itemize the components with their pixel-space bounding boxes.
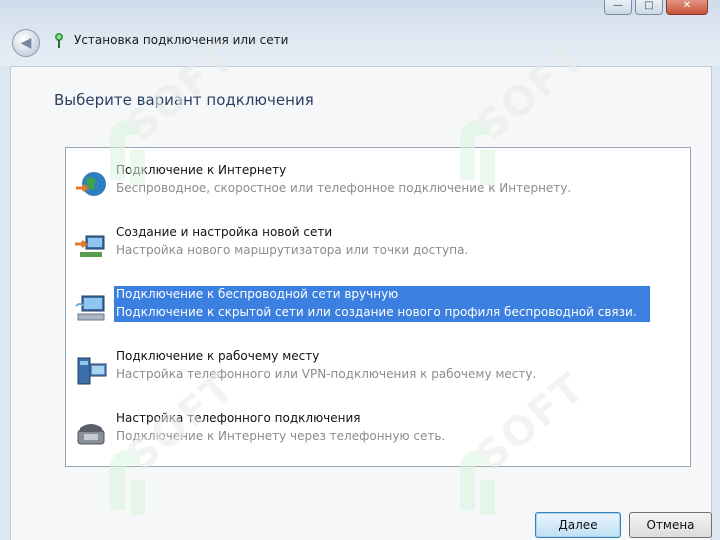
content-pane: Выберите вариант подключения Подключение… xyxy=(10,66,712,540)
option-description: Настройка нового маршрутизатора или точк… xyxy=(116,243,469,257)
title-bar: — □ ✕ ◀ Установка подключения или сети xyxy=(0,0,720,66)
dialup-phone-icon xyxy=(77,424,105,445)
option-workplace[interactable]: Подключение к рабочему месту Настройка т… xyxy=(70,346,686,392)
dialog-window: — □ ✕ ◀ Установка подключения или сети В… xyxy=(0,0,720,540)
option-description: Настройка телефонного или VPN-подключени… xyxy=(116,367,537,381)
maximize-button[interactable]: □ xyxy=(635,0,663,15)
wireless-network-icon xyxy=(75,295,105,321)
globe-icon xyxy=(76,172,106,196)
next-button[interactable]: Далее xyxy=(535,512,621,538)
option-new-network[interactable]: Создание и настройка новой сети Настройк… xyxy=(70,222,686,268)
cancel-button[interactable]: Отмена xyxy=(629,512,712,538)
page-instruction: Выберите вариант подключения xyxy=(54,91,314,109)
connection-options-list: Подключение к Интернету Беспроводное, ск… xyxy=(65,147,691,467)
network-setup-icon xyxy=(75,235,105,257)
option-title: Подключение к рабочему месту xyxy=(116,349,320,363)
workplace-icon xyxy=(77,357,107,385)
option-wireless-manual[interactable]: Подключение к беспроводной сети вручную … xyxy=(70,284,686,330)
option-title: Подключение к Интернету xyxy=(116,163,287,177)
window-controls: — □ ✕ xyxy=(604,0,708,15)
option-description: Подключение к Интернету через телефонную… xyxy=(116,429,446,443)
option-title: Создание и настройка новой сети xyxy=(116,225,333,239)
option-description: Подключение к скрытой сети или создание … xyxy=(114,304,639,320)
close-button[interactable]: ✕ xyxy=(666,0,708,15)
back-button[interactable]: ◀ xyxy=(12,29,40,57)
minimize-button[interactable]: — xyxy=(604,0,632,15)
window-title: Установка подключения или сети xyxy=(74,33,289,47)
back-arrow-icon: ◀ xyxy=(20,35,32,51)
option-title: Настройка телефонного подключения xyxy=(116,411,361,425)
network-wizard-icon xyxy=(55,33,63,48)
option-dialup[interactable]: Настройка телефонного подключения Подклю… xyxy=(70,408,686,454)
option-description: Беспроводное, скоростное или телефонное … xyxy=(116,181,572,195)
option-title: Подключение к беспроводной сети вручную xyxy=(114,286,401,302)
option-internet[interactable]: Подключение к Интернету Беспроводное, ск… xyxy=(70,160,686,206)
